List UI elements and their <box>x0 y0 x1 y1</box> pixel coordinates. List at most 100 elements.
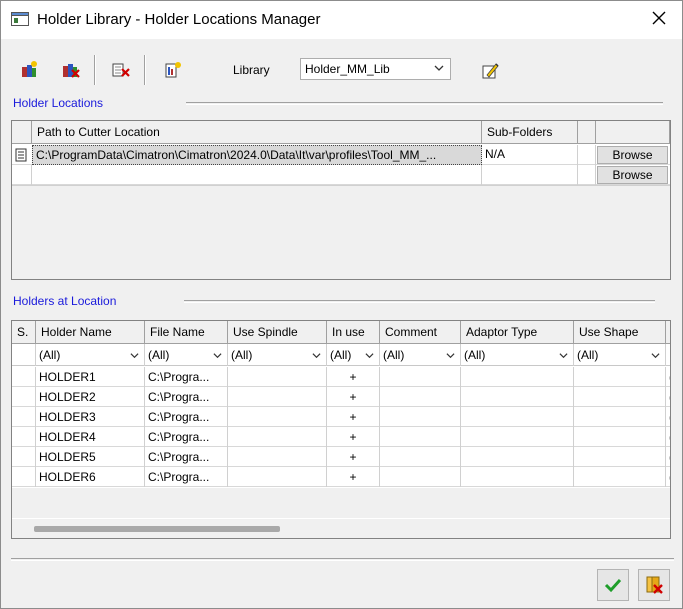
cell-s <box>12 367 36 387</box>
cell-use-shape[interactable] <box>574 427 666 447</box>
column-in-use[interactable]: In use <box>327 321 380 344</box>
filter-row: (All) (All) (All) (All) (All) (All) (All… <box>12 344 670 366</box>
table-row[interactable]: HOLDER2 C:\Progra... + ( <box>12 387 670 407</box>
table-row[interactable]: HOLDER1 C:\Progra... + ( <box>12 367 670 387</box>
cell-comment[interactable] <box>380 367 461 387</box>
row-selector <box>12 165 32 185</box>
filter-holder-name[interactable]: (All) <box>36 344 145 366</box>
cell-use-spindle[interactable] <box>228 407 327 427</box>
cell-use-spindle[interactable] <box>228 447 327 467</box>
cell-use-shape[interactable] <box>574 447 666 467</box>
location-row[interactable]: Browse <box>12 165 670 185</box>
cell-comment[interactable] <box>380 407 461 427</box>
cell-adaptor-type[interactable] <box>461 367 574 387</box>
filter-adaptor-type[interactable]: (All) <box>461 344 574 366</box>
filter-in-use[interactable]: (All) <box>327 344 380 366</box>
cell-in-use[interactable]: + <box>327 427 380 447</box>
cell-file-name[interactable]: C:\Progra... <box>145 427 228 447</box>
cell-use-shape[interactable] <box>574 367 666 387</box>
filter-use-shape[interactable]: (All) <box>574 344 666 366</box>
chevron-down-icon <box>130 353 139 359</box>
cell-use-shape[interactable] <box>574 407 666 427</box>
cell-use-spindle[interactable] <box>228 387 327 407</box>
browse-button[interactable]: Browse <box>597 146 668 164</box>
scrollbar-thumb[interactable] <box>34 526 280 532</box>
cell-use-spindle[interactable] <box>228 467 327 487</box>
cell-adaptor-type[interactable] <box>461 447 574 467</box>
cell-adaptor-type[interactable] <box>461 467 574 487</box>
cell-in-use[interactable]: + <box>327 367 380 387</box>
location-path[interactable] <box>32 165 482 185</box>
remove-icon[interactable] <box>109 58 133 82</box>
section-divider <box>186 102 663 105</box>
cell-holder-name[interactable]: HOLDER2 <box>36 387 145 407</box>
cell-holder-name[interactable]: HOLDER5 <box>36 447 145 467</box>
filter-comment[interactable]: (All) <box>380 344 461 366</box>
cell-file-name[interactable]: C:\Progra... <box>145 447 228 467</box>
cell-in-use[interactable]: + <box>327 447 380 467</box>
table-row[interactable]: HOLDER4 C:\Progra... + ( <box>12 427 670 447</box>
cell-s <box>12 467 36 487</box>
holders-empty-area <box>12 488 670 518</box>
cell-holder-name[interactable]: HOLDER1 <box>36 367 145 387</box>
column-s[interactable]: S. <box>12 321 36 344</box>
holders-at-location-title: Holders at Location <box>13 294 117 308</box>
cell-file-name[interactable]: C:\Progra... <box>145 367 228 387</box>
ok-button[interactable] <box>597 569 629 601</box>
cell-use-shape[interactable] <box>574 467 666 487</box>
cell-in-use[interactable]: + <box>327 467 380 487</box>
column-path[interactable]: Path to Cutter Location <box>32 121 482 144</box>
location-row[interactable]: C:\ProgramData\Cimatron\Cimatron\2024.0\… <box>12 145 670 165</box>
location-path[interactable]: C:\ProgramData\Cimatron\Cimatron\2024.0\… <box>32 145 482 165</box>
cell-file-name[interactable]: C:\Progra... <box>145 387 228 407</box>
cell-comment[interactable] <box>380 387 461 407</box>
filter-use-spindle[interactable]: (All) <box>228 344 327 366</box>
table-row[interactable]: HOLDER5 C:\Progra... + ( <box>12 447 670 467</box>
location-blank-cell <box>578 165 596 185</box>
filter-file-name[interactable]: (All) <box>145 344 228 366</box>
cell-comment[interactable] <box>380 467 461 487</box>
cell-comment[interactable] <box>380 427 461 447</box>
cell-file-name[interactable]: C:\Progra... <box>145 407 228 427</box>
holder-locations-dialog: Holder Library - Holder Locations Manage… <box>0 0 683 609</box>
add-holder-icon[interactable] <box>161 58 185 82</box>
holders-header: S. Holder Name File Name Use Spindle In … <box>12 321 670 344</box>
close-icon[interactable] <box>650 9 668 27</box>
cell-holder-name[interactable]: HOLDER4 <box>36 427 145 447</box>
column-use-spindle[interactable]: Use Spindle <box>228 321 327 344</box>
cell-holder-name[interactable]: HOLDER3 <box>36 407 145 427</box>
cell-use-shape[interactable] <box>574 387 666 407</box>
locations-grid: Path to Cutter Location Sub-Folders C:\P… <box>11 120 671 280</box>
column-use-shape[interactable]: Use Shape <box>574 321 666 344</box>
cell-use-spindle[interactable] <box>228 427 327 447</box>
new-location-icon[interactable] <box>17 58 41 82</box>
table-row[interactable]: HOLDER6 C:\Progra... + ( <box>12 467 670 487</box>
cell-comment[interactable] <box>380 447 461 467</box>
cell-s <box>12 447 36 467</box>
locations-header: Path to Cutter Location Sub-Folders <box>12 121 670 144</box>
cell-adaptor-type[interactable] <box>461 407 574 427</box>
edit-icon[interactable] <box>479 58 503 82</box>
library-dropdown[interactable]: Holder_MM_Lib <box>300 58 451 80</box>
column-adaptor-type[interactable]: Adaptor Type <box>461 321 574 344</box>
cell-adaptor-type[interactable] <box>461 387 574 407</box>
browse-button[interactable]: Browse <box>597 166 668 184</box>
column-subfolders[interactable]: Sub-Folders <box>482 121 578 144</box>
holder-locations-title: Holder Locations <box>13 96 104 110</box>
cell-in-use[interactable]: + <box>327 407 380 427</box>
footer-divider <box>11 558 674 561</box>
cell-in-use[interactable]: + <box>327 387 380 407</box>
cancel-button[interactable] <box>638 569 670 601</box>
cell-holder-name[interactable]: HOLDER6 <box>36 467 145 487</box>
cell-adaptor-type[interactable] <box>461 427 574 447</box>
location-subfolders[interactable] <box>482 165 578 185</box>
cell-file-name[interactable]: C:\Progra... <box>145 467 228 487</box>
filter-value: (All) <box>464 348 486 362</box>
column-holder-name[interactable]: Holder Name <box>36 321 145 344</box>
delete-location-icon[interactable] <box>59 58 83 82</box>
cell-use-spindle[interactable] <box>228 367 327 387</box>
column-comment[interactable]: Comment <box>380 321 461 344</box>
table-row[interactable]: HOLDER3 C:\Progra... + ( <box>12 407 670 427</box>
location-subfolders[interactable]: N/A <box>482 145 578 165</box>
column-file-name[interactable]: File Name <box>145 321 228 344</box>
